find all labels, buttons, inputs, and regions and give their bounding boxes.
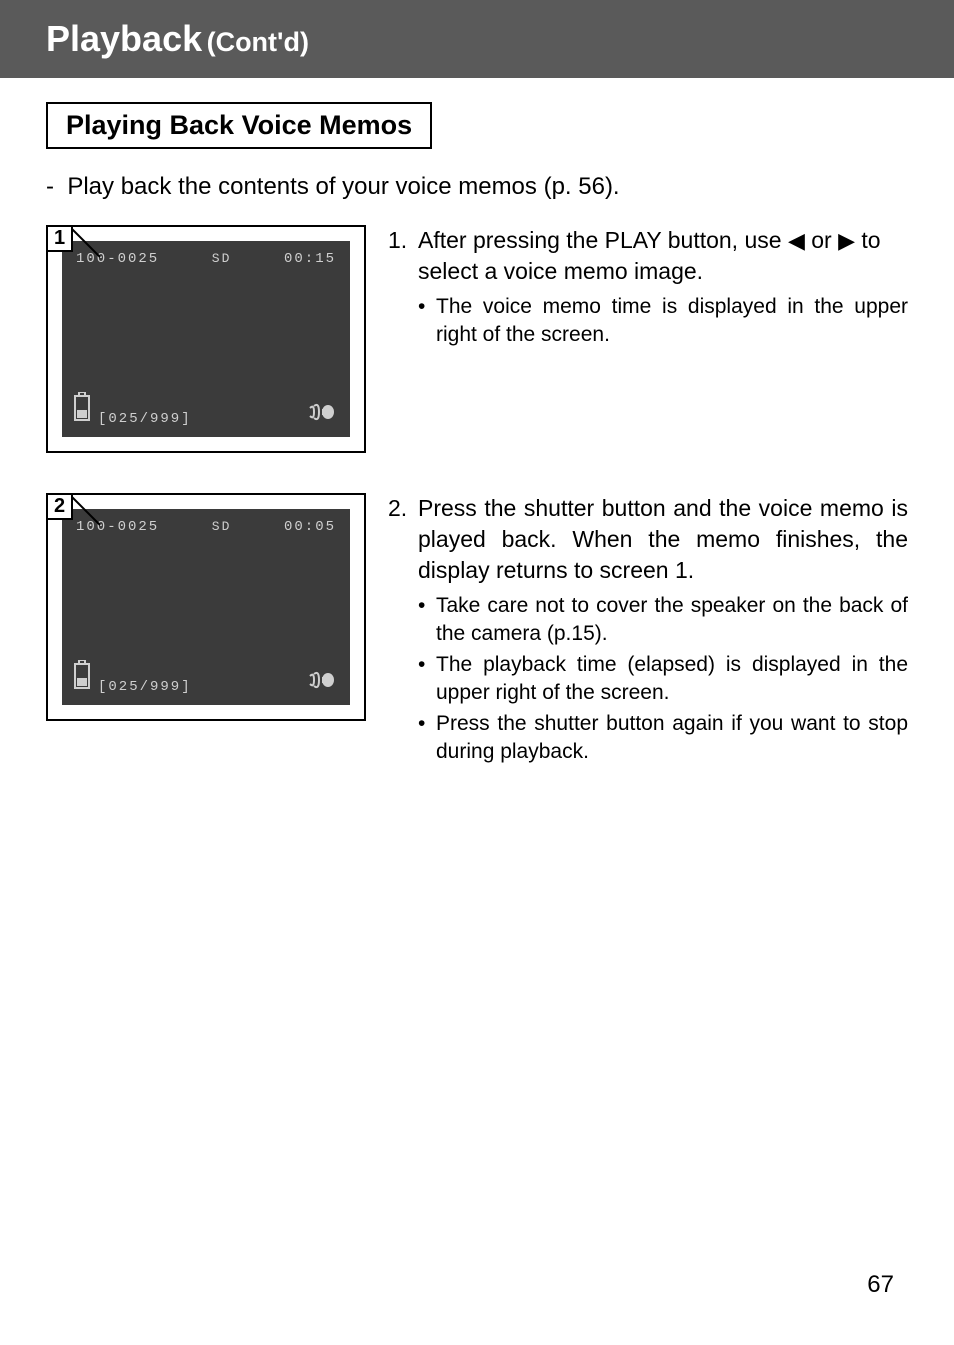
frame-counter: [025/999] [98, 411, 192, 427]
step-badge-2: 2 [46, 493, 73, 520]
step-2-bullet-2: •The playback time (elapsed) is displaye… [418, 651, 908, 708]
header-title: Playback [46, 18, 202, 59]
step-2-bullet-3: •Press the shutter button again if you w… [418, 710, 908, 767]
battery-icon [72, 660, 92, 695]
step-row-1: 1 100-0025 SD 00:15 [46, 225, 908, 453]
page-number: 67 [867, 1271, 894, 1299]
right-arrow-icon: ▶ [838, 228, 855, 253]
screen-sim-1: 1 100-0025 SD 00:15 [46, 225, 366, 453]
left-arrow-icon: ◀ [788, 228, 805, 253]
step-1-number: 1. [388, 225, 418, 352]
memo-time: 00:05 [284, 519, 336, 535]
step-1-text: 1. After pressing the PLAY button, use ◀… [366, 225, 908, 352]
voice-memo-icon [308, 670, 336, 695]
intro-text: Play back the contents of your voice mem… [67, 173, 619, 200]
step-2-number: 2. [388, 493, 418, 768]
step-2-bullet-1: •Take care not to cover the speaker on t… [418, 592, 908, 649]
memo-time: 00:15 [284, 251, 336, 267]
step-2-text: 2. Press the shutter button and the voic… [366, 493, 908, 768]
lcd-screen-1: 100-0025 SD 00:15 [62, 241, 350, 437]
frame-counter: [025/999] [98, 679, 192, 695]
step-1-mid: or [805, 227, 838, 253]
step-2-body: Press the shutter button and the voice m… [418, 495, 908, 583]
card-label: SD [212, 519, 232, 535]
lcd-screen-2: 100-0025 SD 00:05 [62, 509, 350, 705]
step-badge-1: 1 [46, 225, 73, 252]
battery-icon [72, 392, 92, 427]
screen-sim-2: 2 100-0025 SD 00:05 [46, 493, 366, 721]
step-1-bullet-1: •The voice memo time is displayed in the… [418, 293, 908, 350]
step-row-2: 2 100-0025 SD 00:05 [46, 493, 908, 768]
header-subtitle: (Cont'd) [207, 27, 309, 57]
page-header: Playback (Cont'd) [0, 0, 954, 78]
intro-line: - Play back the contents of your voice m… [46, 173, 908, 201]
step-1-pre: After pressing the PLAY button, use [418, 227, 788, 253]
section-title: Playing Back Voice Memos [46, 102, 432, 149]
card-label: SD [212, 251, 232, 267]
intro-dash: - [46, 173, 54, 200]
voice-memo-icon [308, 402, 336, 427]
